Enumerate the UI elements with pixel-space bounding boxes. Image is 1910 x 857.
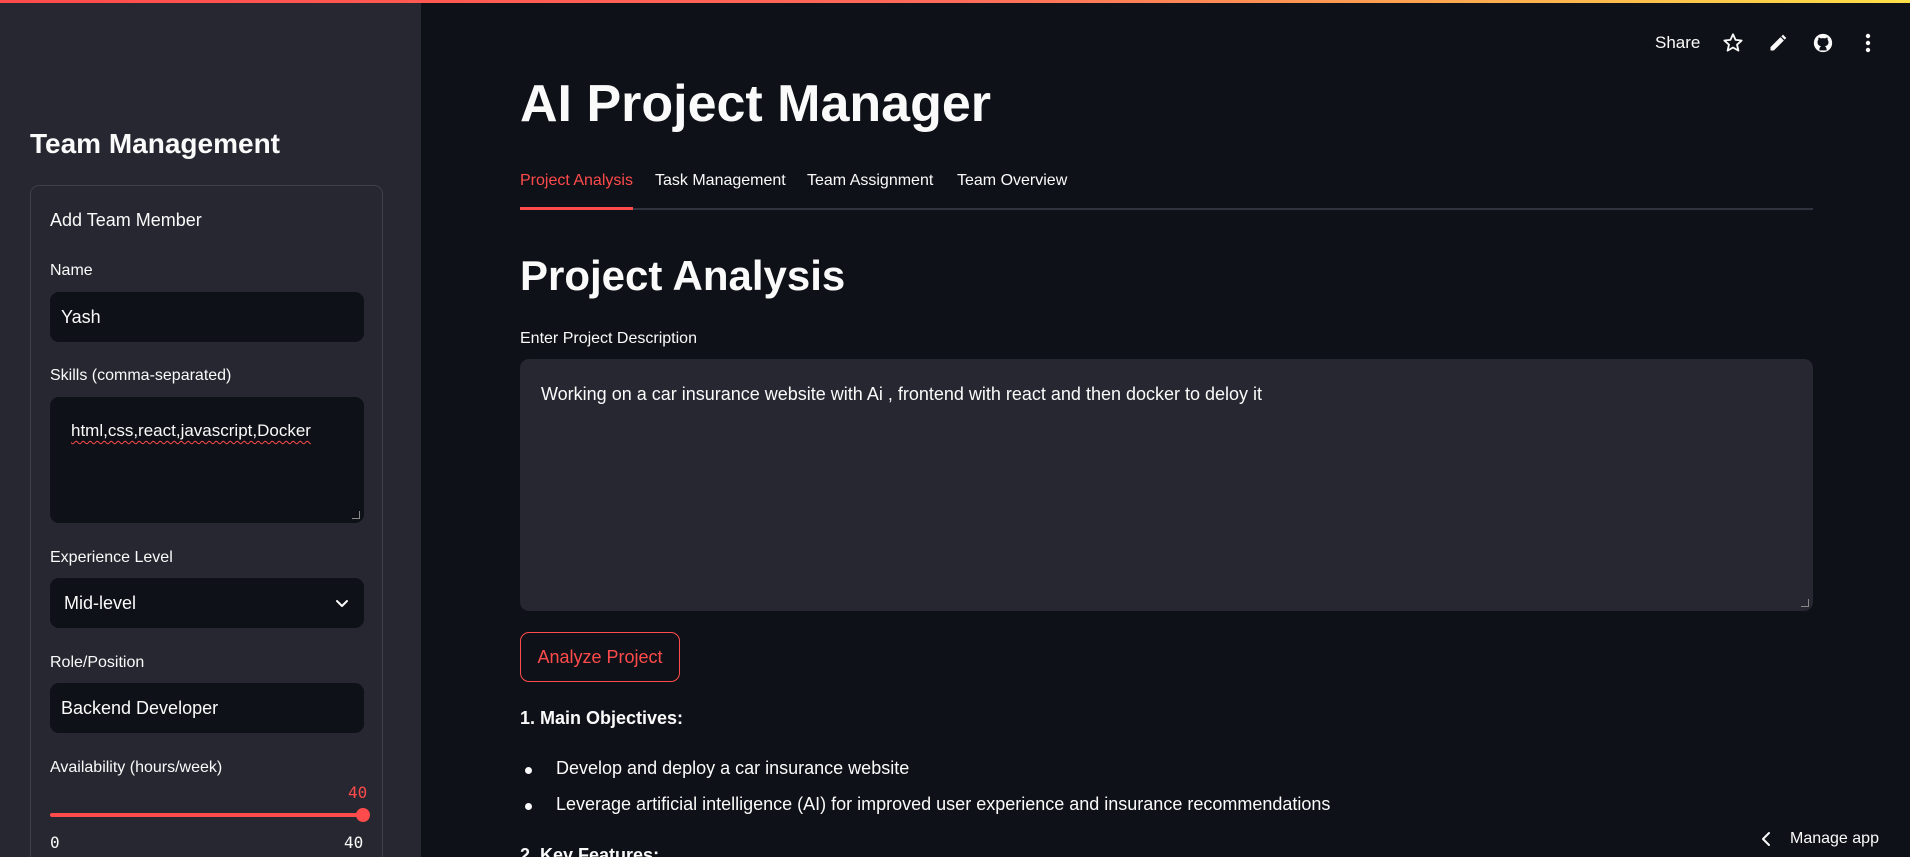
skills-textarea[interactable]: html,css,react,javascript,Docker (50, 397, 364, 523)
skills-value: html,css,react,javascript,Docker (71, 421, 311, 440)
page-title: AI Project Manager (520, 75, 992, 133)
section-title: Project Analysis (520, 252, 846, 299)
pencil-icon[interactable] (1765, 30, 1791, 56)
role-label: Role/Position (50, 654, 145, 671)
skills-label: Skills (comma-separated) (50, 367, 232, 384)
resize-handle[interactable] (1801, 599, 1809, 607)
sidebar-title: Team Management (30, 128, 280, 159)
resize-handle[interactable] (352, 511, 360, 519)
name-input[interactable] (50, 292, 364, 342)
availability-label: Availability (hours/week) (50, 759, 223, 776)
slider-max-label: 40 (344, 833, 364, 852)
slider-current-value: 40 (348, 783, 368, 802)
list-item: Develop and deploy a car insurance websi… (524, 758, 910, 778)
tab-team-assignment[interactable]: Team Assignment (807, 172, 933, 210)
experience-value: Mid-level (64, 592, 137, 613)
description-label: Enter Project Description (520, 330, 697, 347)
more-vertical-icon[interactable] (1855, 30, 1881, 56)
github-icon[interactable] (1810, 30, 1836, 56)
sidebar: Team Management Add Team Member Name Ski… (0, 3, 421, 857)
slider-min-label: 0 (50, 833, 60, 852)
manage-app-button[interactable]: Manage app (1760, 830, 1879, 848)
share-button[interactable]: Share (1655, 33, 1700, 53)
availability-slider-thumb[interactable] (356, 808, 370, 822)
header-actions: Share (1655, 30, 1900, 56)
analyze-project-button[interactable]: Analyze Project (520, 632, 680, 682)
manage-app-label: Manage app (1790, 830, 1879, 847)
add-member-form: Add Team Member Name Skills (comma-separ… (30, 185, 383, 857)
list-item: Leverage artificial intelligence (AI) fo… (524, 794, 1331, 814)
availability-slider-track[interactable] (50, 813, 364, 817)
tab-task-management[interactable]: Task Management (655, 172, 786, 210)
description-value: Working on a car insurance website with … (541, 384, 1263, 404)
name-label: Name (50, 262, 93, 279)
features-heading: 2. Key Features: (520, 845, 660, 857)
star-icon[interactable] (1720, 30, 1746, 56)
objectives-heading: 1. Main Objectives: (520, 708, 684, 728)
role-input[interactable] (50, 683, 364, 733)
form-heading: Add Team Member (50, 210, 202, 230)
chevron-down-icon (336, 600, 348, 607)
experience-label: Experience Level (50, 549, 173, 566)
tab-project-analysis[interactable]: Project Analysis (520, 172, 633, 210)
tab-bar: Project Analysis Task Management Team As… (520, 172, 1813, 210)
chevron-left-icon (1762, 832, 1770, 846)
project-description-textarea[interactable]: Working on a car insurance website with … (520, 359, 1813, 611)
tab-team-overview[interactable]: Team Overview (957, 172, 1067, 210)
experience-select[interactable]: Mid-level (50, 578, 364, 628)
